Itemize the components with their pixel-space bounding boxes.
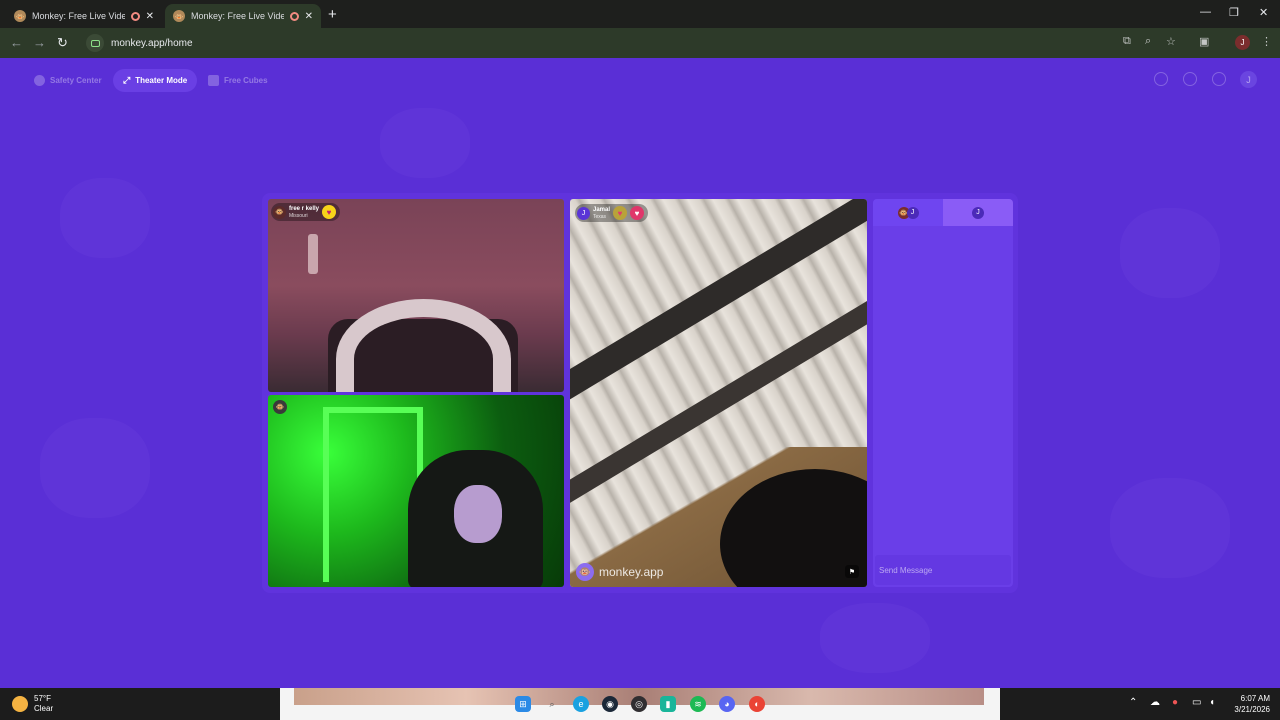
weather-widget[interactable]: 57°F Clear [12,694,53,714]
report-icon[interactable]: ⚑ [845,565,859,578]
background-pattern [1110,478,1230,578]
spotify-icon[interactable]: ≋ [690,696,706,712]
person-face [454,485,502,543]
close-window-button[interactable]: ✕ [1259,6,1268,19]
monkey-watermark: 🐵 monkey.app [576,563,663,581]
send-message-input[interactable] [875,555,1011,585]
chat-panel: 🐵 J J [873,199,1013,587]
messages-icon[interactable] [1212,72,1226,86]
user-avatar[interactable]: J [1240,71,1257,88]
background-pattern [1120,208,1220,298]
windows-taskbar: 57°F Clear ⊞ ⌕ e ◉ ◎ ▮ ≋ ◕ ◐ ⌃ ☁ ● ▭ ◖ 6… [0,688,1280,720]
recording-indicator-icon [130,11,140,21]
install-app-icon[interactable]: ⧉ [1123,35,1131,48]
user-avatar: J [972,206,984,219]
discord-icon[interactable]: ◕ [719,696,735,712]
tab-title: Monkey: Free Live Video Ch [32,11,125,21]
roof-beam [570,199,867,412]
reload-icon[interactable]: ↻ [57,35,68,51]
forward-icon[interactable]: → [33,35,46,50]
browser-toolbar: ← → ↻ monkey.app/home ⧉ ⌕ ☆ ▣ ⋮ [0,28,1280,58]
remote-video: J Jamal Texas ♥ ♥ [570,199,867,587]
address-bar[interactable]: monkey.app/home [80,31,1250,55]
bookmark-star-icon[interactable]: ☆ [1166,35,1176,48]
clock-time: 6:07 AM [1240,694,1270,703]
close-tab-icon[interactable]: ✕ [305,11,313,22]
user-name: free r kelly [289,205,320,212]
user-avatar: J [577,206,590,220]
free-cubes-label: Free Cubes [224,76,268,85]
headset [336,299,511,392]
user-avatar: J [906,206,919,219]
history-icon[interactable] [1183,72,1197,86]
moon-icon [12,696,28,712]
shield-icon [34,75,45,86]
steam-icon[interactable]: ◉ [602,696,618,712]
onedrive-icon[interactable]: ☁ [1150,697,1160,708]
search-icon[interactable]: ⌕ [544,696,560,712]
browser-tab[interactable]: 🐵 Monkey: Free Live Video Ch ✕ [6,4,162,28]
windows-icon[interactable]: ⊞ [515,696,531,712]
chat-tab-user[interactable]: J [943,199,1013,226]
background-pattern [40,418,150,518]
expand-icon: ⤢ [123,75,131,85]
obs-icon[interactable]: ◎ [631,696,647,712]
safety-center-label: Safety Center [50,76,102,85]
heart-icon[interactable]: ♥ [322,205,337,219]
chat-tabs: 🐵 J J [873,199,1013,226]
close-tab-icon[interactable]: ✕ [146,11,154,22]
edge-icon[interactable]: e [573,696,589,712]
gift-icon[interactable]: ♥ [630,206,645,220]
theater-mode-label: Theater Mode [135,76,188,85]
watermark-text: monkey.app [599,565,664,579]
monkey-favicon-icon: 🐵 [173,10,185,22]
self-video: 🐵 free r kelly Missouri ♥ [268,199,564,392]
theater-mode-button[interactable]: ⤢ Theater Mode [113,69,198,92]
browser-profile-avatar[interactable]: J [1235,35,1250,50]
tab-title: Monkey: Free Live Video Ch [191,11,284,21]
user-tag: J Jamal Texas ♥ ♥ [575,204,649,222]
background-pattern [820,603,930,673]
url-text[interactable]: monkey.app/home [111,38,193,49]
new-tab-button[interactable]: + [328,6,337,23]
decor [308,234,318,274]
side-panel-icon[interactable]: ▣ [1199,35,1209,48]
recording-indicator-icon [289,11,299,21]
system-clock[interactable]: 6:07 AM 3/21/2026 [1228,693,1270,715]
tray-expand-icon[interactable]: ⌃ [1129,697,1137,708]
peer-video: 🐵 [268,395,564,587]
restore-button[interactable]: ❐ [1229,6,1239,19]
user-location: Missouri [289,212,308,219]
browser-tab-bar: 🐵 Monkey: Free Live Video Ch ✕ 🐵 Monkey:… [0,0,1280,28]
cube-icon [208,75,219,86]
chat-tab-pair[interactable]: 🐵 J [873,199,943,226]
monkey-logo-icon: 🐵 [576,563,594,581]
background-pattern [380,108,470,178]
menu-kebab-icon[interactable]: ⋮ [1261,35,1272,48]
monkey-avatar-icon: 🐵 [273,400,287,414]
microphone-icon[interactable]: ● [1172,697,1178,708]
user-location: Texas [593,213,607,220]
site-info-icon[interactable] [86,34,104,52]
background-pattern [60,178,150,258]
safety-center-button[interactable]: Safety Center [24,69,112,92]
browser-tab-active[interactable]: 🐵 Monkey: Free Live Video Ch ✕ [165,4,321,28]
network-icon[interactable]: ▭ [1192,697,1201,708]
clock-date: 3/21/2026 [1234,705,1270,714]
zoom-icon[interactable]: ⌕ [1145,35,1151,48]
user-avatar: 🐵 [273,205,286,219]
weather-condition: Clear [34,704,54,713]
user-tag: 🐵 free r kelly Missouri ♥ [271,203,341,221]
free-cubes-button[interactable]: Free Cubes [198,69,278,92]
heart-icon[interactable]: ♥ [613,206,628,220]
volume-icon[interactable]: ◖ [1209,697,1215,708]
twitch-icon[interactable]: ▮ [660,696,676,712]
chrome-icon[interactable]: ◐ [749,696,765,712]
minimize-button[interactable]: — [1200,6,1211,18]
monkey-favicon-icon: 🐵 [14,10,26,22]
friends-icon[interactable] [1154,72,1168,86]
user-name: Jamal [593,206,611,213]
back-icon[interactable]: ← [10,35,23,50]
weather-temp: 57°F [34,694,51,703]
